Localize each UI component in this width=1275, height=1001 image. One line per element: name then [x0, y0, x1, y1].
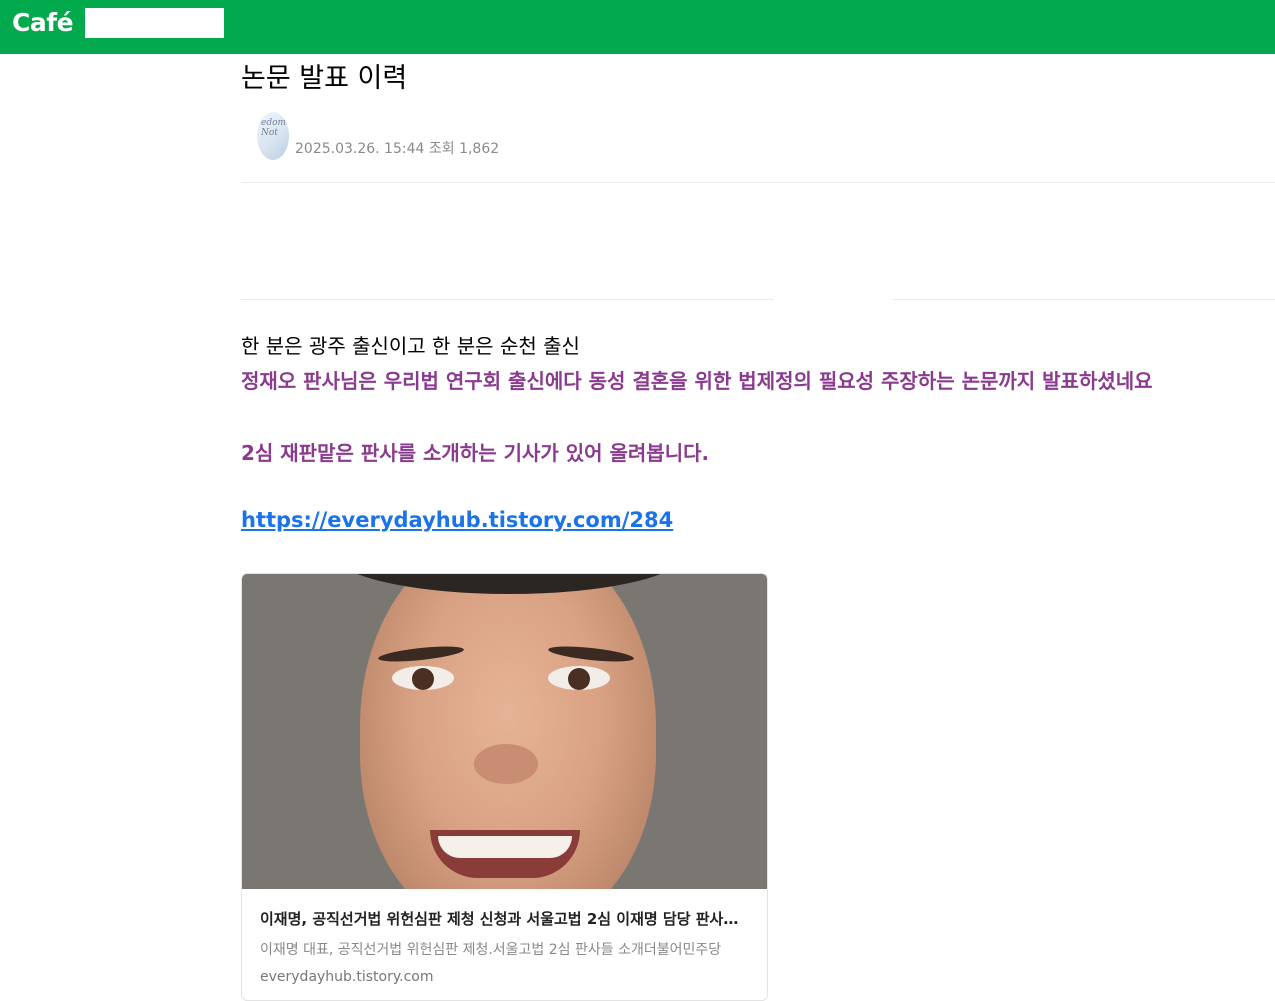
header-divider: [241, 182, 1275, 183]
cafe-logo[interactable]: Café: [12, 8, 74, 37]
link-preview-description: 이재명 대표, 공직선거법 위헌심판 제청.서울고법 2심 판사들 소개더불어민…: [260, 942, 722, 958]
article-title: 논문 발표 이력: [241, 63, 408, 94]
link-preview-title[interactable]: 이재명, 공직선거법 위헌심판 제청 신청과 서울고법 2심 이재명 담당 판사…: [260, 908, 750, 929]
body-line-origin: 한 분은 광주 출신이고 한 분은 순천 출신: [241, 334, 580, 358]
avatar-image: edom Not: [261, 118, 287, 138]
link-preview-image: [242, 574, 767, 889]
content-divider-right: [893, 299, 1275, 300]
cafe-name-box[interactable]: [85, 8, 224, 38]
link-preview-card[interactable]: 이재명, 공직선거법 위헌심판 제청 신청과 서울고법 2심 이재명 담당 판사…: [241, 573, 768, 1001]
link-preview-domain: everydayhub.tistory.com: [260, 969, 434, 985]
portrait-eye-left: [392, 666, 454, 690]
author-avatar[interactable]: edom Not: [257, 112, 289, 160]
portrait-nose: [474, 744, 538, 784]
content-divider-left: [241, 299, 774, 300]
portrait-hair: [334, 574, 684, 594]
portrait-eye-right: [548, 666, 610, 690]
body-line-highlight: 정재오 판사님은 우리법 연구회 출신에다 동성 결혼을 위한 법제정의 필요성…: [241, 369, 1153, 393]
article-meta: 2025.03.26. 15:44 조회 1,862: [295, 141, 500, 157]
article-link[interactable]: https://everydayhub.tistory.com/284: [241, 508, 673, 532]
top-bar: Café: [0, 0, 1275, 54]
body-line-intro: 2심 재판맡은 판사를 소개하는 기사가 있어 올려봅니다.: [241, 441, 710, 465]
